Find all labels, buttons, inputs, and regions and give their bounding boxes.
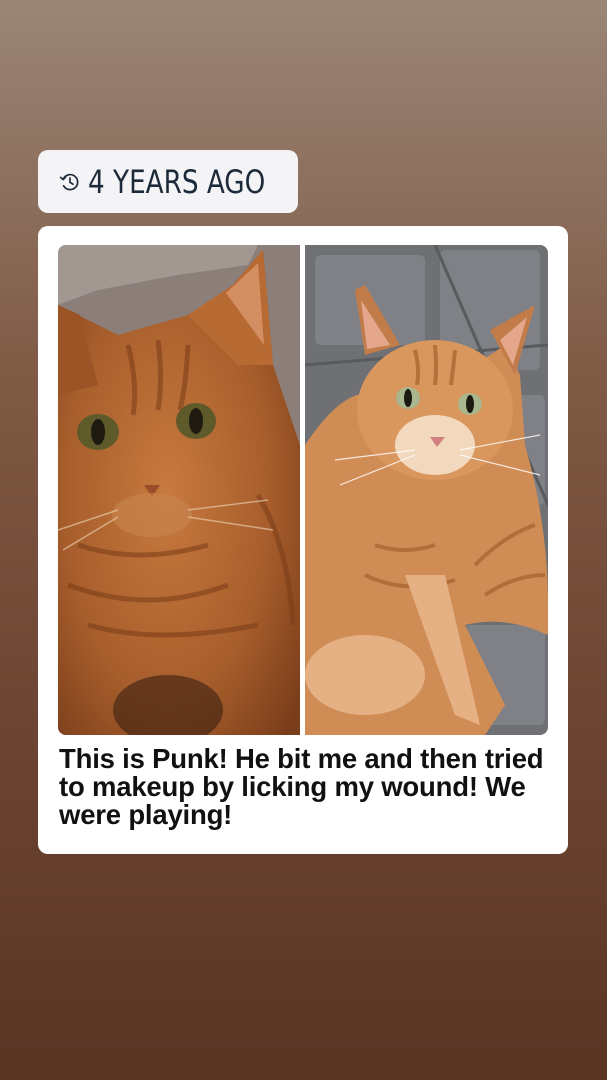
memory-label: 4 YEARS AGO (88, 162, 266, 201)
cat-photo-left (58, 245, 300, 735)
post-caption: This is Punk! He bit me and then tried t… (59, 743, 544, 830)
memory-badge[interactable]: 4 YEARS AGO (38, 150, 298, 213)
cat-photo-right (305, 245, 548, 735)
photo-collage[interactable] (58, 245, 548, 735)
clock-rewind-icon (58, 170, 82, 194)
post-card[interactable]: This is Punk! He bit me and then tried t… (38, 226, 568, 854)
